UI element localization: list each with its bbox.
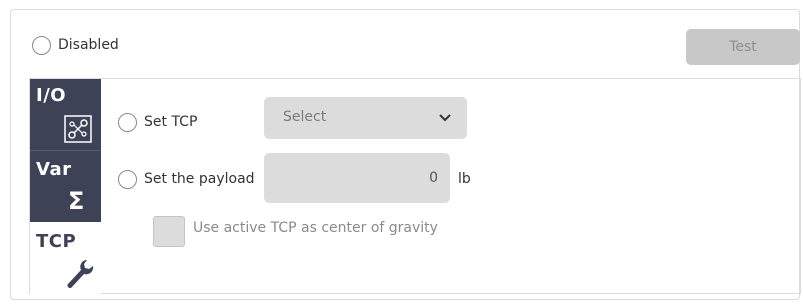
test-button[interactable]: Test xyxy=(686,29,800,65)
set-tcp-label: Set TCP xyxy=(144,114,198,130)
center-of-gravity-checkbox[interactable] xyxy=(153,216,185,247)
tab-io-label: I/O xyxy=(36,85,67,106)
sigma-icon: Σ xyxy=(68,187,85,215)
tab-tcp[interactable]: TCP xyxy=(30,222,101,294)
payload-input[interactable]: 0 xyxy=(264,153,450,203)
tab-var-label: Var xyxy=(36,159,72,180)
wrench-icon xyxy=(67,259,94,288)
tab-io[interactable]: I/O xyxy=(30,79,101,151)
payload-value: 0 xyxy=(429,170,438,186)
tcp-select-dropdown[interactable]: Select xyxy=(264,97,467,139)
disabled-radio[interactable] xyxy=(32,36,51,55)
category-tabs: I/O Var Σ TCP xyxy=(30,79,101,294)
set-payload-radio[interactable] xyxy=(118,170,137,189)
payload-unit-label: lb xyxy=(458,171,471,187)
disabled-label: Disabled xyxy=(58,37,119,53)
tcp-node-panel: Disabled Test I/O Var Σ TCP Set TCP Sele… xyxy=(10,9,801,300)
node-config-area: I/O Var Σ TCP Set TCP Select Set the pay… xyxy=(29,78,801,294)
set-tcp-radio[interactable] xyxy=(118,113,137,132)
mode-bar: Disabled Test xyxy=(11,10,800,78)
tab-tcp-label: TCP xyxy=(36,231,77,252)
center-of-gravity-label: Use active TCP as center of gravity xyxy=(193,220,438,236)
chevron-down-icon xyxy=(439,114,451,122)
io-circuit-icon xyxy=(64,115,92,143)
set-payload-label: Set the payload xyxy=(144,171,255,187)
tab-var[interactable]: Var Σ xyxy=(30,151,101,222)
tcp-settings: Set TCP Select Set the payload 0 lb Use … xyxy=(101,79,800,293)
tcp-select-value: Select xyxy=(283,109,327,125)
